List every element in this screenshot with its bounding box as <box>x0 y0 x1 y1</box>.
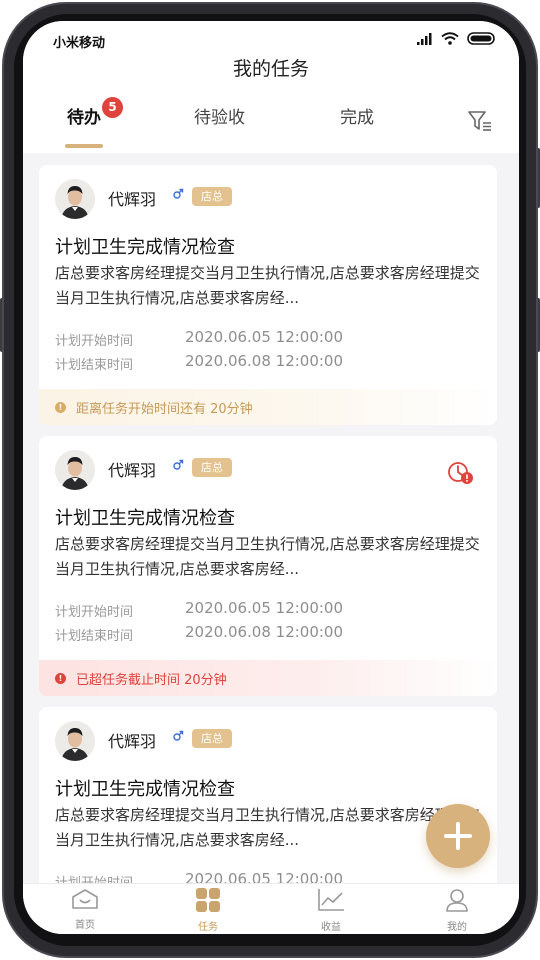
status-icons <box>417 32 497 45</box>
start-time-label: 计划开始时间 <box>55 605 134 620</box>
tab-todo[interactable]: 待办 5 <box>67 97 123 128</box>
assignee-name: 代辉羽 <box>108 190 157 209</box>
screen: 小米移动 我的任务 待办 5 待验收 完成 代辉羽 店总 计划卫生完成情况检查 … <box>23 21 519 934</box>
tab-completed[interactable]: 完成 <box>340 103 374 128</box>
notice-text: 距离任务开始时间还有 20分钟 <box>76 401 253 417</box>
avatar <box>55 721 95 761</box>
notice-text: 已超任务截止时间 20分钟 <box>76 672 227 688</box>
male-icon <box>173 459 184 470</box>
nav-earnings[interactable]: 收益 <box>296 888 366 933</box>
avatar <box>55 450 95 490</box>
add-task-button[interactable] <box>426 804 490 868</box>
end-time-label: 计划结束时间 <box>55 629 134 644</box>
nav-tasks[interactable]: 任务 <box>173 888 243 933</box>
end-time-value: 2020.06.08 12:00:00 <box>185 352 344 370</box>
active-tab-indicator <box>65 144 103 148</box>
user-icon <box>446 889 468 912</box>
role-tag: 店总 <box>192 187 232 206</box>
overdue-notice: ! 已超任务截止时间 20分钟 <box>39 660 497 696</box>
warning-icon: ! <box>55 672 66 684</box>
page-title: 我的任务 <box>232 58 309 80</box>
task-description: 店总要求客房经理提交当月卫生执行情况,店总要求客房经理提交当月卫生执行情况,店总… <box>55 264 480 307</box>
filter-icon[interactable] <box>467 109 493 133</box>
start-time-value: 2020.06.05 12:00:00 <box>185 870 344 883</box>
assignee-name: 代辉羽 <box>108 461 157 480</box>
end-time-label: 计划结束时间 <box>55 358 134 373</box>
bottom-nav: 首页 任务 收益 我的 <box>23 883 519 934</box>
nav-tasks-label: 任务 <box>198 922 218 933</box>
task-description: 店总要求客房经理提交当月卫生执行情况,店总要求客房经理提交当月卫生执行情况,店总… <box>55 535 480 578</box>
start-reminder-notice: ! 距离任务开始时间还有 20分钟 <box>39 389 497 425</box>
tab-pending-review[interactable]: 待验收 <box>194 103 245 128</box>
assignee-name: 代辉羽 <box>108 732 157 751</box>
carrier-label: 小米移动 <box>53 36 106 51</box>
role-tag: 店总 <box>192 458 232 477</box>
task-title: 计划卫生完成情况检查 <box>55 779 235 800</box>
tab-todo-label: 待办 <box>67 108 101 128</box>
signal-icon <box>417 32 432 45</box>
info-icon: ! <box>55 401 66 413</box>
start-time-value: 2020.06.05 12:00:00 <box>185 599 344 617</box>
nav-home[interactable]: 首页 <box>50 888 120 931</box>
task-description: 店总要求客房经理提交当月卫生执行情况,店总要求客房经理提交当月卫生执行情况,店总… <box>55 806 480 849</box>
task-title: 计划卫生完成情况检查 <box>55 237 235 258</box>
male-icon <box>173 730 184 741</box>
nav-profile-label: 我的 <box>447 922 467 933</box>
task-card[interactable]: 代辉羽 店总 计划卫生完成情况检查 店总要求客房经理提交当月卫生执行情况,店总要… <box>39 707 497 883</box>
grid-icon <box>196 888 220 912</box>
home-icon <box>72 889 98 909</box>
battery-icon <box>467 32 495 45</box>
clock-alert-icon <box>448 462 473 484</box>
start-time-value: 2020.06.05 12:00:00 <box>185 328 344 346</box>
tab-bar: 待办 5 待验收 完成 <box>23 97 519 149</box>
chart-icon <box>318 889 344 911</box>
avatar <box>55 179 95 219</box>
start-time-label: 计划开始时间 <box>55 334 134 349</box>
task-title: 计划卫生完成情况检查 <box>55 508 235 529</box>
task-card[interactable]: 代辉羽 店总 计划卫生完成情况检查 店总要求客房经理提交当月卫生执行情况,店总要… <box>39 165 497 425</box>
nav-profile[interactable]: 我的 <box>422 888 492 933</box>
start-time-label: 计划开始时间 <box>55 872 133 883</box>
male-icon <box>173 188 184 199</box>
nav-home-label: 首页 <box>75 920 95 931</box>
task-card[interactable]: 代辉羽 店总 计划卫生完成情况检查 店总要求客房经理提交当月卫生执行情况,店总要… <box>39 436 497 696</box>
nav-earnings-label: 收益 <box>321 922 341 933</box>
wifi-icon <box>441 32 459 45</box>
header: 小米移动 我的任务 待办 5 待验收 完成 <box>23 21 519 153</box>
end-time-value: 2020.06.08 12:00:00 <box>185 623 344 641</box>
role-tag: 店总 <box>192 729 232 748</box>
task-list: 代辉羽 店总 计划卫生完成情况检查 店总要求客房经理提交当月卫生执行情况,店总要… <box>23 153 519 883</box>
todo-count-badge: 5 <box>102 97 123 118</box>
